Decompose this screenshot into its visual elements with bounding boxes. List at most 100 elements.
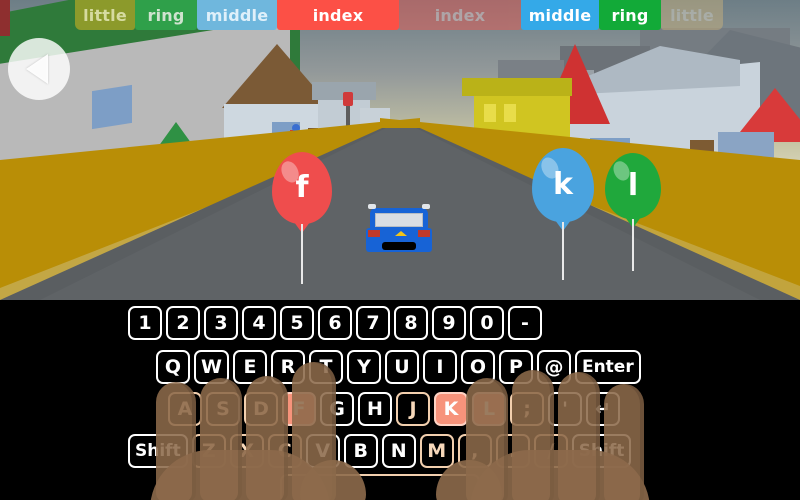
finger-segment-label: little: [670, 5, 714, 25]
key-k[interactable]: K: [434, 392, 468, 426]
key-d[interactable]: D: [244, 392, 278, 426]
key-s[interactable]: S: [206, 392, 240, 426]
balloon-string: [562, 222, 564, 280]
key-9[interactable]: 9: [432, 306, 466, 340]
car-mirror-left: [368, 204, 376, 209]
key-sym[interactable]: @: [536, 350, 571, 384]
key-x[interactable]: X: [229, 434, 264, 468]
home-row: A S D F G H J K L; ' ↵: [168, 392, 620, 426]
key-b[interactable]: B: [343, 434, 378, 468]
key-sym[interactable]: ↵: [586, 392, 620, 426]
house-yellow-roof: [462, 78, 572, 96]
traffic-light: [343, 92, 353, 106]
finger-segment-label: ring: [611, 5, 649, 25]
window: [484, 104, 496, 122]
key-sym[interactable]: ;: [510, 392, 544, 426]
key-f[interactable]: F: [282, 392, 316, 426]
on-screen-keyboard[interactable]: 1 2 3 4 5 6 7 8 9 0- Q W E R T Y U I O P @ Enter A S D F G H J K L; ' ↵ S…: [0, 300, 800, 500]
balloon-k[interactable]: k: [532, 148, 594, 280]
key-j[interactable]: J: [396, 392, 430, 426]
balloon-l[interactable]: l: [605, 153, 661, 271]
key-sym[interactable]: -: [508, 306, 542, 340]
finger-segment-label: index: [312, 5, 364, 25]
balloon-body: l: [605, 153, 661, 228]
finger-segment-label: little: [83, 5, 127, 25]
street-scene: fkl: [0, 0, 800, 300]
balloon-body: k: [532, 148, 594, 231]
key-m[interactable]: M: [419, 434, 454, 468]
key-4[interactable]: 4: [242, 306, 276, 340]
key-r[interactable]: R: [270, 350, 305, 384]
finger-segment-right-middle: middle: [521, 0, 599, 30]
finger-segment-right-ring: ring: [599, 0, 661, 30]
balloon-string: [301, 224, 303, 284]
balloon-letter: l: [627, 168, 639, 203]
key-p[interactable]: P: [498, 350, 533, 384]
back-button[interactable]: [8, 38, 70, 100]
finger-segment-right-little: little: [661, 0, 723, 30]
key-7[interactable]: 7: [356, 306, 390, 340]
key-5[interactable]: 5: [280, 306, 314, 340]
balloon-string: [632, 219, 634, 271]
key-a[interactable]: A: [168, 392, 202, 426]
finger-segment-left-ring: ring: [135, 0, 197, 30]
game-screen: f k l little ring middle index index middle ring…: [0, 0, 800, 500]
key-o[interactable]: O: [460, 350, 495, 384]
key-sym[interactable]: ': [548, 392, 582, 426]
finger-segment-label: index: [434, 5, 486, 25]
key-shift[interactable]: Shift: [128, 434, 188, 468]
key-n[interactable]: N: [381, 434, 416, 468]
key-u[interactable]: U: [384, 350, 419, 384]
balloon-body: f: [272, 152, 332, 233]
finger-segment-label: middle: [205, 5, 269, 25]
car-mirror-right: [422, 204, 430, 209]
finger-segment-label: ring: [147, 5, 185, 25]
key-v[interactable]: V: [305, 434, 340, 468]
key-y[interactable]: Y: [346, 350, 381, 384]
finger-segment-left-index: index: [277, 0, 399, 30]
key-h[interactable]: H: [358, 392, 392, 426]
finger-segment-left-little: little: [75, 0, 135, 30]
key-3[interactable]: 3: [204, 306, 238, 340]
key-q[interactable]: Q: [156, 350, 190, 384]
balloon-f[interactable]: f: [272, 152, 332, 284]
key-1[interactable]: 1: [128, 306, 162, 340]
key-sym[interactable]: /: [533, 434, 568, 468]
key-sym[interactable]: ,: [457, 434, 492, 468]
key-enter[interactable]: Enter: [574, 350, 641, 384]
key-6[interactable]: 6: [318, 306, 352, 340]
car-taillight-right: [418, 230, 430, 237]
key-g[interactable]: G: [320, 392, 354, 426]
car-taillight-left: [368, 230, 380, 237]
finger-guide-bar: little ring middle index index middle ring litt…: [0, 0, 800, 30]
key-sym[interactable]: .: [495, 434, 530, 468]
car-star-badge: [395, 231, 407, 236]
key-8[interactable]: 8: [394, 306, 428, 340]
key-c[interactable]: C: [267, 434, 302, 468]
car-window: [375, 213, 423, 227]
police-car: [366, 204, 432, 256]
key-i[interactable]: I: [422, 350, 457, 384]
key-t[interactable]: T: [308, 350, 343, 384]
window: [504, 104, 516, 122]
bottom-row: Shift Z X C V B N M,. / Shift: [128, 434, 632, 468]
key-space[interactable]: [280, 474, 480, 500]
key-e[interactable]: E: [232, 350, 267, 384]
finger-segment-left-middle: middle: [197, 0, 277, 30]
space-row: [280, 474, 480, 500]
key-z[interactable]: Z: [191, 434, 226, 468]
finger-segment-right-index: index: [399, 0, 521, 30]
key-2[interactable]: 2: [166, 306, 200, 340]
key-w[interactable]: W: [194, 350, 229, 384]
finger-segment-label: middle: [528, 5, 592, 25]
key-0[interactable]: 0: [470, 306, 504, 340]
balloon-letter: k: [553, 167, 573, 202]
key-l[interactable]: L: [472, 392, 506, 426]
balloon-letter: f: [295, 170, 309, 205]
back-arrow-icon: [25, 54, 48, 84]
car-bumper: [382, 242, 416, 250]
number-row: 1234567890-: [128, 306, 542, 340]
key-shift[interactable]: Shift: [571, 434, 632, 468]
top-row: Q W E R T Y U I O P @ Enter: [156, 350, 641, 384]
finger-bar-spacer: [0, 0, 75, 30]
